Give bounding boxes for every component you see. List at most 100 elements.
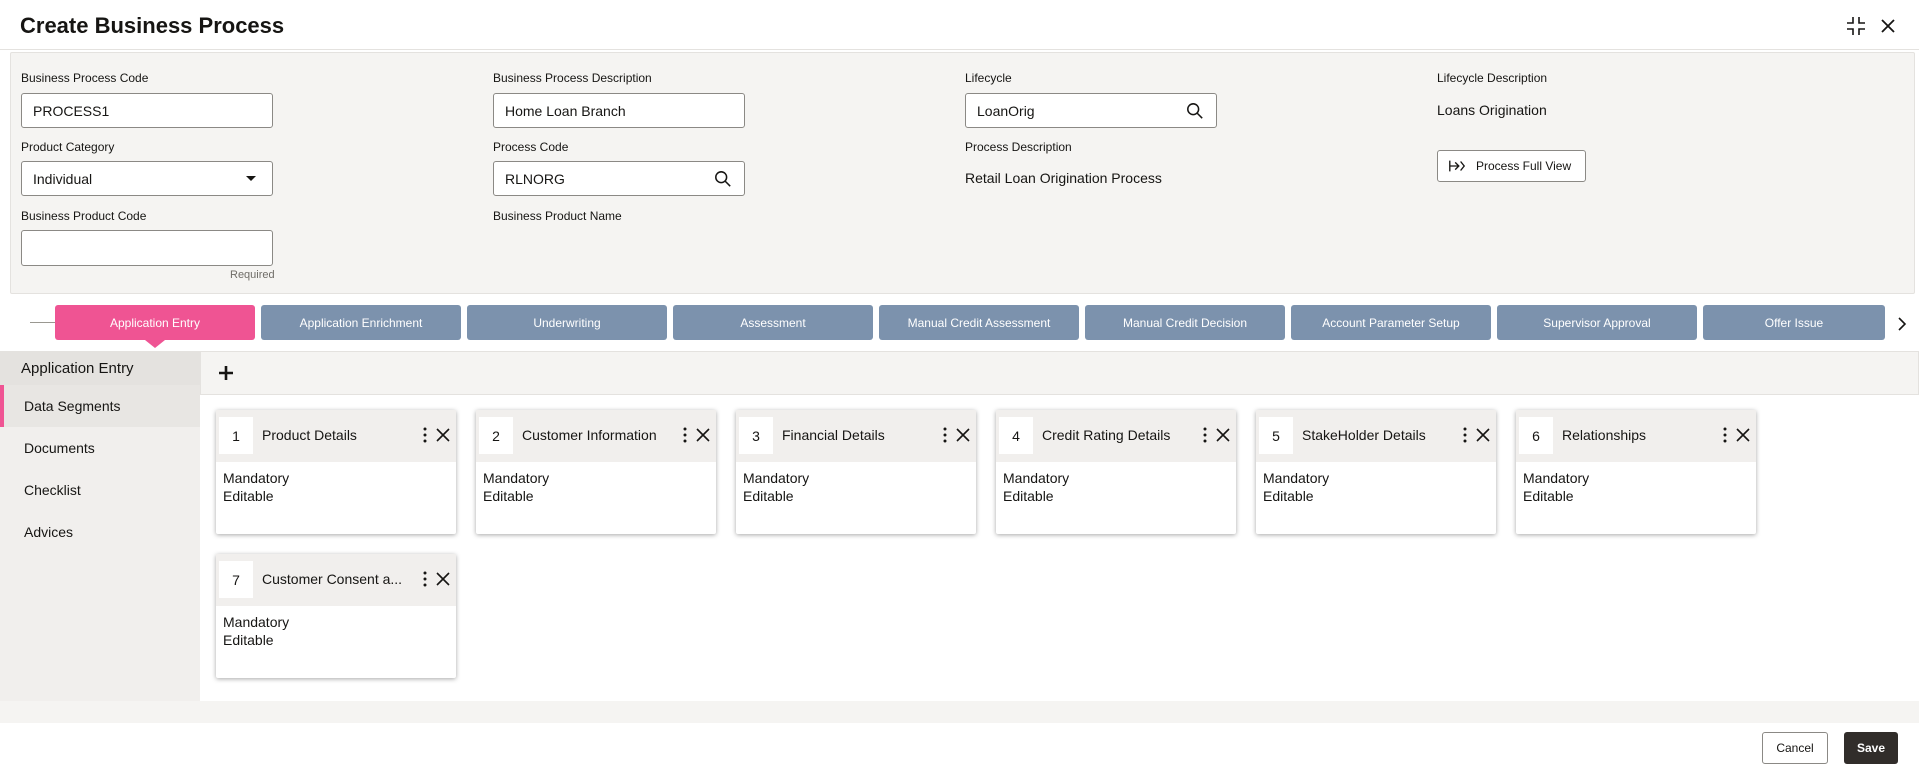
lifecycle-description-value: Loans Origination	[1437, 102, 1547, 118]
process-full-view-button[interactable]: Process Full View	[1437, 150, 1586, 182]
segment-number: 5	[1259, 417, 1293, 454]
process-full-view-label: Process Full View	[1476, 159, 1572, 173]
business-process-description-label: Business Process Description	[493, 71, 652, 85]
business-product-name-label: Business Product Name	[493, 209, 622, 223]
left-nav-heading: Application Entry	[0, 351, 200, 385]
segment-mandatory: Mandatory	[223, 614, 290, 630]
stage-account-parameter-setup[interactable]: Account Parameter Setup	[1291, 305, 1491, 340]
segment-number: 2	[479, 417, 513, 454]
minimize-icon[interactable]	[1844, 14, 1868, 38]
business-process-code-input[interactable]: PROCESS1	[21, 93, 273, 128]
segment-number: 7	[219, 561, 253, 598]
segment-card-header: 3 Financial Details	[736, 410, 976, 462]
segment-card-header: 6 Relationships	[1516, 410, 1756, 462]
segment-card-header: 2 Customer Information	[476, 410, 716, 462]
more-options-icon[interactable]	[681, 426, 689, 444]
nav-item-checklist[interactable]: Checklist	[0, 469, 200, 511]
segment-number: 4	[999, 417, 1033, 454]
nav-item-documents[interactable]: Documents	[0, 427, 200, 469]
segment-name: StakeHolder Details	[1302, 427, 1426, 443]
form-panel: Business Process Code PROCESS1 Business …	[10, 52, 1915, 294]
stage-supervisor-approval[interactable]: Supervisor Approval	[1497, 305, 1697, 340]
product-category-label: Product Category	[21, 140, 115, 154]
segment-mandatory: Mandatory	[483, 470, 550, 486]
segment-name: Customer Information	[522, 427, 657, 443]
segment-card[interactable]: 1 Product Details Mandatory Editable	[216, 410, 456, 534]
segment-card[interactable]: 4 Credit Rating Details Mandatory Editab…	[996, 410, 1236, 534]
segment-mandatory: Mandatory	[1003, 470, 1070, 486]
more-options-icon[interactable]	[1721, 426, 1729, 444]
remove-icon[interactable]	[435, 427, 451, 443]
stage-manual-credit-assessment[interactable]: Manual Credit Assessment	[879, 305, 1079, 340]
segments-content: 1 Product Details Mandatory Editable 2 C…	[200, 351, 1919, 701]
lifecycle-input[interactable]: LoanOrig	[965, 93, 1217, 128]
stage-application-enrichment[interactable]: Application Enrichment	[261, 305, 461, 340]
active-stage-pointer	[145, 340, 165, 348]
segment-name: Credit Rating Details	[1042, 427, 1171, 443]
more-options-icon[interactable]	[941, 426, 949, 444]
process-description-label: Process Description	[965, 140, 1072, 154]
cancel-button[interactable]: Cancel	[1762, 732, 1828, 764]
segments-toolbar	[200, 351, 1919, 395]
segment-name: Relationships	[1562, 427, 1647, 443]
segment-card[interactable]: 6 Relationships Mandatory Editable	[1516, 410, 1756, 534]
process-code-input[interactable]: RLNORG	[493, 161, 745, 196]
segment-editable: Editable	[743, 488, 794, 504]
nav-item-data-segments[interactable]: Data Segments	[0, 385, 200, 427]
segment-card-header: 7 Customer Consent a...	[216, 554, 456, 606]
chevron-right-icon[interactable]	[1894, 316, 1910, 332]
nav-item-advices[interactable]: Advices	[0, 511, 200, 553]
remove-icon[interactable]	[1215, 427, 1231, 443]
lifecycle-description-label: Lifecycle Description	[1437, 71, 1548, 85]
more-options-icon[interactable]	[1461, 426, 1469, 444]
segment-card-header: 4 Credit Rating Details	[996, 410, 1236, 462]
segment-editable: Editable	[223, 488, 274, 504]
close-icon[interactable]	[1876, 14, 1900, 38]
chevron-down-icon	[241, 169, 261, 189]
segment-card-header: 5 StakeHolder Details	[1256, 410, 1496, 462]
dialog-header: Create Business Process	[0, 0, 1919, 50]
segment-mandatory: Mandatory	[1523, 470, 1590, 486]
stage-offer-issue[interactable]: Offer Issue	[1703, 305, 1885, 340]
segment-number: 3	[739, 417, 773, 454]
stage-underwriting[interactable]: Underwriting	[467, 305, 667, 340]
segment-name: Product Details	[262, 427, 357, 443]
segment-card[interactable]: 3 Financial Details Mandatory Editable	[736, 410, 976, 534]
segment-card[interactable]: 5 StakeHolder Details Mandatory Editable	[1256, 410, 1496, 534]
remove-icon[interactable]	[955, 427, 971, 443]
remove-icon[interactable]	[1475, 427, 1491, 443]
more-options-icon[interactable]	[421, 570, 429, 588]
segment-editable: Editable	[1263, 488, 1314, 504]
process-description-value: Retail Loan Origination Process	[965, 170, 1162, 186]
segment-name: Customer Consent a...	[262, 571, 403, 587]
remove-icon[interactable]	[435, 571, 451, 587]
business-product-code-label: Business Product Code	[21, 209, 147, 223]
process-code-label: Process Code	[493, 140, 569, 154]
search-icon[interactable]	[1185, 101, 1205, 121]
remove-icon[interactable]	[1735, 427, 1751, 443]
add-icon[interactable]	[215, 362, 237, 384]
segment-editable: Editable	[1003, 488, 1054, 504]
more-options-icon[interactable]	[1201, 426, 1209, 444]
product-category-select[interactable]: Individual	[21, 161, 273, 196]
stage-manual-credit-decision[interactable]: Manual Credit Decision	[1085, 305, 1285, 340]
search-icon[interactable]	[713, 169, 733, 189]
save-button[interactable]: Save	[1844, 732, 1898, 764]
footer-divider	[0, 701, 1919, 723]
business-product-code-input[interactable]	[21, 230, 273, 266]
segment-editable: Editable	[1523, 488, 1574, 504]
segment-card[interactable]: 2 Customer Information Mandatory Editabl…	[476, 410, 716, 534]
required-hint: Required	[230, 269, 275, 281]
remove-icon[interactable]	[695, 427, 711, 443]
more-options-icon[interactable]	[421, 426, 429, 444]
segment-number: 1	[219, 417, 253, 454]
segment-mandatory: Mandatory	[1263, 470, 1330, 486]
segment-number: 6	[1519, 417, 1553, 454]
segment-card[interactable]: 7 Customer Consent a... Mandatory Editab…	[216, 554, 456, 678]
stage-assessment[interactable]: Assessment	[673, 305, 873, 340]
stage-application-entry[interactable]: Application Entry	[55, 305, 255, 340]
left-nav: Application Entry Data Segments Document…	[0, 351, 200, 701]
lifecycle-label: Lifecycle	[965, 71, 1012, 85]
segment-mandatory: Mandatory	[743, 470, 810, 486]
business-process-description-input[interactable]: Home Loan Branch	[493, 93, 745, 128]
